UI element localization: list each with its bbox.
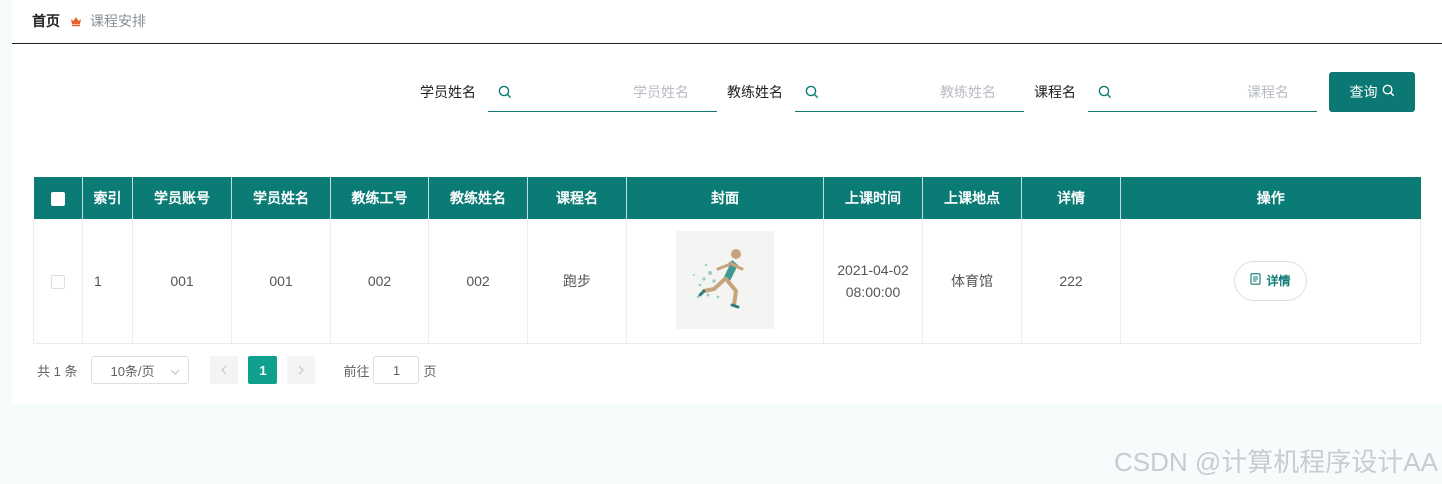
breadcrumb: 首页 课程安排 [32, 0, 1442, 42]
cell-cover [626, 219, 824, 344]
goto-suffix: 页 [423, 363, 437, 379]
search-icon [1098, 85, 1112, 104]
course-name-label: 课程名 [1034, 84, 1076, 100]
column-header[interactable]: 索引 [82, 177, 133, 219]
column-header[interactable]: 教练工号 [330, 177, 429, 219]
pagination-total: 共 1 条 [37, 363, 78, 379]
crown-icon [70, 15, 82, 27]
student-name-label: 学员姓名 [420, 84, 476, 100]
cell-coach-name: 002 [428, 219, 528, 344]
column-header[interactable]: 学员账号 [132, 177, 232, 219]
main-card: 首页 课程安排 学员姓名 教练姓名 课程名 [12, 0, 1442, 404]
search-icon [1382, 84, 1395, 100]
column-header[interactable]: 操作 [1120, 177, 1421, 219]
column-header[interactable]: 上课地点 [922, 177, 1022, 219]
next-page-button[interactable] [287, 356, 316, 384]
column-header[interactable]: 学员姓名 [231, 177, 331, 219]
course-schedule-table: 索引 学员账号 学员姓名 教练工号 教练姓名 课程名 封面 上课时间 上课地点 … [33, 177, 1421, 344]
select-all-checkbox[interactable] [50, 192, 65, 207]
page-size-value: 10条/页 [110, 363, 155, 379]
cell-coach-id: 002 [330, 219, 429, 344]
class-date: 2021-04-02 [837, 261, 909, 278]
header-divider [12, 43, 1442, 44]
search-icon [498, 85, 512, 104]
pagination: 共 1 条 10条/页 1 前往 页 [37, 356, 437, 384]
breadcrumb-current: 课程安排 [90, 13, 146, 29]
watermark: CSDN @计算机程序设计AA [1114, 447, 1438, 477]
class-clock: 08:00:00 [845, 283, 901, 300]
detail-button-label: 详情 [1266, 273, 1291, 288]
student-name-input[interactable] [488, 72, 717, 111]
row-select-cell [33, 219, 83, 344]
select-all-header [33, 177, 83, 219]
cell-student-account: 001 [132, 219, 232, 344]
column-header[interactable]: 教练姓名 [428, 177, 528, 219]
prev-page-button[interactable] [210, 356, 239, 384]
cell-class-time: 2021-04-02 08:00:00 [823, 219, 923, 344]
cell-detail: 222 [1021, 219, 1121, 344]
goto-label: 前往 [343, 363, 370, 379]
query-button-label: 查询 [1349, 84, 1378, 100]
search-bar: 学员姓名 教练姓名 课程名 查询 [420, 72, 1415, 112]
column-header[interactable]: 封面 [626, 177, 824, 219]
runner-image[interactable] [676, 230, 774, 329]
coach-name-label: 教练姓名 [727, 84, 783, 100]
course-name-input[interactable] [1088, 72, 1317, 111]
student-name-field [488, 72, 717, 112]
query-button[interactable]: 查询 [1329, 72, 1415, 112]
cell-actions: 详情 [1120, 219, 1421, 344]
goto-page-input[interactable] [373, 356, 420, 384]
chevron-right-icon [298, 363, 305, 378]
detail-button[interactable]: 详情 [1234, 260, 1307, 301]
course-name-field [1088, 72, 1317, 112]
chevron-left-icon [221, 363, 227, 378]
cell-index: 1 [82, 219, 133, 344]
table-row[interactable]: 1 001 001 002 002 跑步 2021-04-02 08:00:00… [33, 219, 1421, 344]
column-header[interactable]: 课程名 [527, 177, 627, 219]
column-header[interactable]: 上课时间 [823, 177, 923, 219]
cell-course-name: 跑步 [527, 219, 627, 344]
document-icon [1250, 270, 1262, 292]
breadcrumb-home[interactable]: 首页 [32, 11, 60, 31]
column-header[interactable]: 详情 [1021, 177, 1121, 219]
table-header-row: 索引 学员账号 学员姓名 教练工号 教练姓名 课程名 封面 上课时间 上课地点 … [33, 177, 1421, 219]
coach-name-field [795, 72, 1024, 112]
page-size-select[interactable]: 10条/页 [91, 356, 190, 384]
cell-location: 体育馆 [922, 219, 1022, 344]
cell-student-name: 001 [231, 219, 331, 344]
search-icon [805, 85, 819, 104]
row-checkbox[interactable] [51, 275, 65, 290]
chevron-down-icon [170, 363, 180, 378]
page-number-current[interactable]: 1 [248, 356, 278, 384]
coach-name-input[interactable] [795, 72, 1024, 111]
